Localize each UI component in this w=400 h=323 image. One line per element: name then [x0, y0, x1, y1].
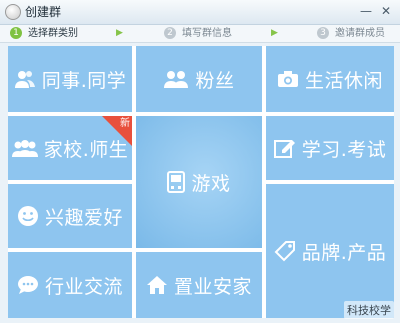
- close-button[interactable]: ✕: [378, 3, 394, 19]
- tile-school-teachers[interactable]: 家校.师生 新: [8, 116, 132, 180]
- family-icon: [11, 140, 38, 157]
- tag-icon: [274, 241, 295, 262]
- new-badge-label: 新: [120, 118, 130, 129]
- tile-interests-hobbies[interactable]: 兴趣爱好: [8, 184, 132, 248]
- step-label: 填写群信息: [182, 28, 232, 39]
- tile-label: 品牌.产品: [301, 241, 387, 264]
- chat-icon: [17, 276, 38, 294]
- step-arrow-icon: ▶: [271, 28, 278, 38]
- home-icon: [146, 276, 167, 294]
- tile-label: 兴趣爱好: [44, 206, 123, 229]
- step-bar: 1 选择群类别 ▶ 2 填写群信息 ▶ 3 邀请群成员: [0, 25, 400, 43]
- step-number: 3: [317, 27, 329, 39]
- tile-classmates[interactable]: 同事.同学: [8, 46, 132, 112]
- minimize-button[interactable]: —: [358, 3, 374, 19]
- smile-icon: [17, 206, 38, 226]
- tile-label: 学习.考试: [301, 138, 387, 161]
- tile-label: 置业安家: [173, 275, 252, 298]
- tile-label: 游戏: [191, 172, 231, 195]
- tile-label: 粉丝: [195, 69, 235, 92]
- tile-label: 生活休闲: [304, 69, 383, 92]
- tile-industry-exchange[interactable]: 行业交流: [8, 252, 132, 318]
- camera-icon: [277, 71, 298, 87]
- tile-fans[interactable]: 粉丝: [136, 46, 262, 112]
- step-select-category: 1 选择群类别: [10, 26, 78, 41]
- users-icon: [14, 71, 35, 88]
- title-bar: 创建群 — ✕: [0, 0, 400, 25]
- tile-games[interactable]: 游戏: [136, 116, 262, 248]
- group-icon: [164, 71, 189, 88]
- step-arrow-icon: ▶: [116, 28, 123, 38]
- window-title: 创建群: [25, 5, 62, 19]
- tile-study-exam[interactable]: 学习.考试: [266, 116, 394, 180]
- step-invite-members: 3 邀请群成员: [317, 26, 385, 41]
- tile-label: 行业交流: [44, 275, 123, 298]
- tile-life-leisure[interactable]: 生活休闲: [266, 46, 394, 112]
- step-number: 2: [164, 27, 176, 39]
- tile-brand-product[interactable]: 品牌.产品: [266, 184, 394, 318]
- penguin-logo-icon: [5, 4, 21, 20]
- step-label: 选择群类别: [28, 28, 78, 39]
- category-grid: 同事.同学 粉丝 生活休闲 家校.师生 新 游戏 学习.考试 兴趣爱好 品牌.产…: [8, 46, 394, 318]
- create-group-window: 创建群 — ✕ 1 选择群类别 ▶ 2 填写群信息 ▶ 3 邀请群成员 同事.同学: [0, 0, 400, 323]
- step-fill-info: 2 填写群信息: [164, 26, 232, 41]
- tile-home-real-estate[interactable]: 置业安家: [136, 252, 262, 318]
- edit-icon: [273, 140, 295, 158]
- tile-label: 同事.同学: [41, 69, 127, 92]
- gamepad-icon: [167, 171, 186, 193]
- watermark-text: 科技校学: [344, 301, 394, 319]
- step-label: 邀请群成员: [335, 28, 385, 39]
- step-number: 1: [10, 27, 22, 39]
